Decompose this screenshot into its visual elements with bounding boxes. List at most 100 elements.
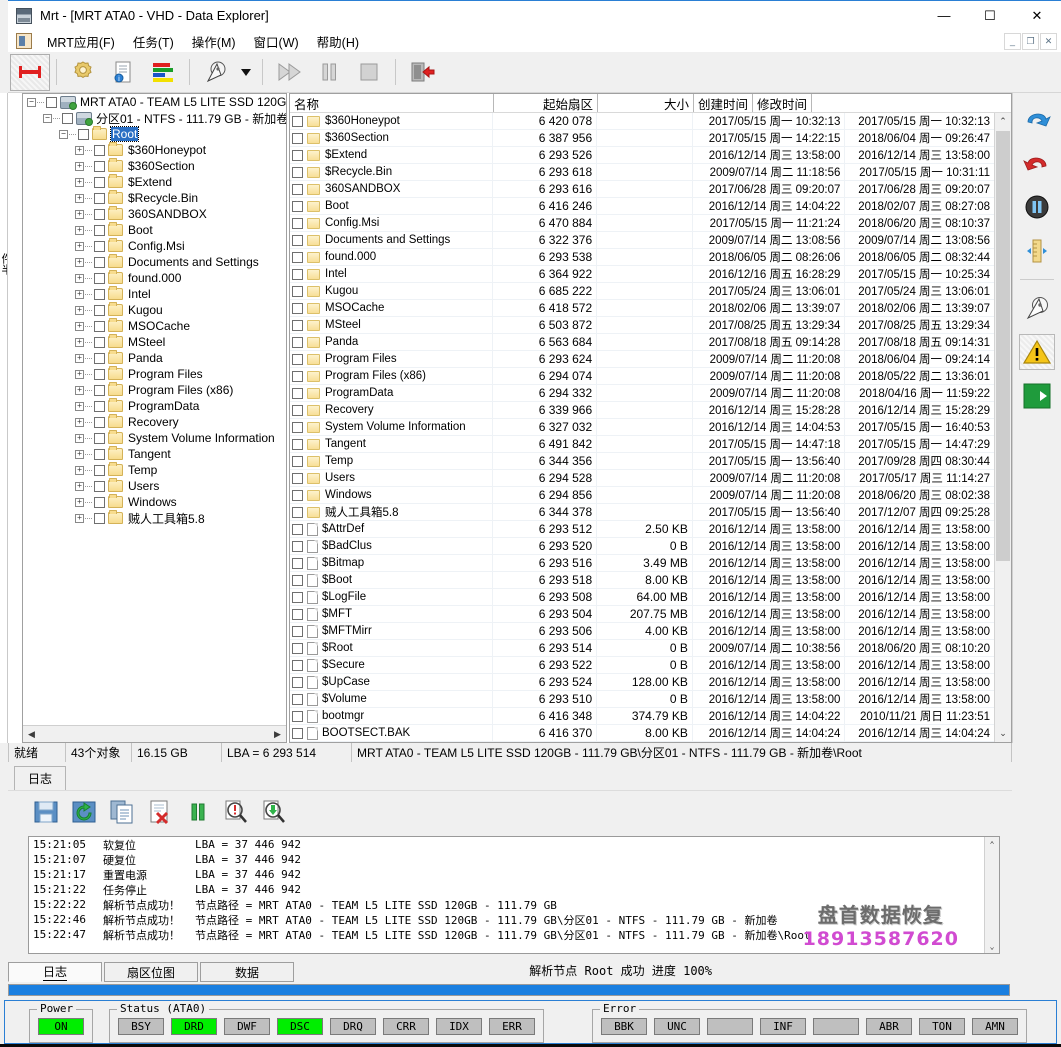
log-tab[interactable]: 日志 bbox=[14, 766, 66, 790]
row-checkbox[interactable] bbox=[292, 303, 303, 314]
find-error-icon[interactable] bbox=[222, 798, 250, 826]
tree-node[interactable]: +Windows bbox=[23, 494, 286, 510]
tree-node-checkbox[interactable] bbox=[94, 353, 105, 364]
tree-node[interactable]: +贼人工具箱5.8 bbox=[23, 510, 286, 526]
row-checkbox[interactable] bbox=[292, 439, 303, 450]
tree-node-checkbox[interactable] bbox=[94, 449, 105, 460]
table-row[interactable]: $Secure6 293 5220 B2016/12/14 周三 13:58:0… bbox=[290, 657, 994, 674]
tree-node[interactable]: +found.000 bbox=[23, 270, 286, 286]
disk-head-icon[interactable] bbox=[1019, 290, 1055, 326]
table-row[interactable]: Kugou6 685 2222017/05/24 周三 13:06:012017… bbox=[290, 283, 994, 300]
column-header-size[interactable]: 大小 bbox=[598, 94, 694, 112]
tree-scroll-right-icon[interactable]: ▶ bbox=[269, 726, 286, 742]
tree-node[interactable]: −MRT ATA0 - TEAM L5 LITE SSD 120GB - 11 bbox=[23, 94, 286, 110]
tree-node[interactable]: +Program Files (x86) bbox=[23, 382, 286, 398]
tree-node-checkbox[interactable] bbox=[94, 225, 105, 236]
table-row[interactable]: Panda6 563 6842017/08/18 周五 09:14:282017… bbox=[290, 334, 994, 351]
tree-node-checkbox[interactable] bbox=[94, 305, 105, 316]
bottom-tab-2[interactable]: 数据 bbox=[200, 962, 294, 982]
color-bars-icon[interactable] bbox=[143, 54, 183, 91]
row-checkbox[interactable] bbox=[292, 218, 303, 229]
tree-node-checkbox[interactable] bbox=[46, 97, 57, 108]
maximize-button[interactable]: ☐ bbox=[967, 1, 1013, 31]
green-arrow-right-icon[interactable] bbox=[1019, 378, 1055, 414]
tree-scroll-left-icon[interactable]: ◀ bbox=[23, 726, 40, 742]
pause-icon[interactable] bbox=[309, 54, 349, 91]
tree-node-checkbox[interactable] bbox=[94, 145, 105, 156]
expand-icon[interactable]: + bbox=[75, 514, 84, 523]
expand-icon[interactable]: + bbox=[75, 210, 84, 219]
row-checkbox[interactable] bbox=[292, 728, 303, 739]
tree-node[interactable]: +$360Honeypot bbox=[23, 142, 286, 158]
bottom-tab-1[interactable]: 扇区位图 bbox=[104, 962, 198, 982]
expand-icon[interactable]: + bbox=[75, 322, 84, 331]
row-checkbox[interactable] bbox=[292, 150, 303, 161]
list-scroll-up-icon[interactable]: ⌃ bbox=[995, 113, 1011, 130]
document-info-icon[interactable]: i bbox=[103, 54, 143, 91]
settings-gear-icon[interactable] bbox=[63, 54, 103, 91]
column-header-lba[interactable]: 起始扇区 bbox=[494, 94, 598, 112]
table-row[interactable]: $360Section6 387 9562017/05/15 周一 14:22:… bbox=[290, 130, 994, 147]
row-checkbox[interactable] bbox=[292, 490, 303, 501]
collapse-icon[interactable]: − bbox=[59, 130, 68, 139]
table-row[interactable]: MSteel6 503 8722017/08/25 周五 13:29:34201… bbox=[290, 317, 994, 334]
tree-node[interactable]: +Intel bbox=[23, 286, 286, 302]
row-checkbox[interactable] bbox=[292, 235, 303, 246]
list-scroll-down-icon[interactable]: ⌄ bbox=[995, 725, 1011, 742]
tree-node-checkbox[interactable] bbox=[94, 401, 105, 412]
bottom-tab-0[interactable]: 日志 bbox=[8, 962, 102, 982]
menu-item-help[interactable]: 帮助(H) bbox=[308, 30, 368, 53]
tree-node[interactable]: +360SANDBOX bbox=[23, 206, 286, 222]
column-header-modified[interactable]: 修改时间 bbox=[753, 94, 812, 112]
table-row[interactable]: $LogFile6 293 50864.00 MB2016/12/14 周三 1… bbox=[290, 589, 994, 606]
tree-node-checkbox[interactable] bbox=[94, 417, 105, 428]
row-checkbox[interactable] bbox=[292, 388, 303, 399]
column-header-name[interactable]: 名称 bbox=[290, 94, 494, 112]
table-row[interactable]: Program Files6 293 6242009/07/14 周二 11:2… bbox=[290, 351, 994, 368]
expand-icon[interactable]: + bbox=[75, 418, 84, 427]
expand-icon[interactable]: + bbox=[75, 354, 84, 363]
table-row[interactable]: Recovery6 339 9662016/12/14 周三 15:28:282… bbox=[290, 402, 994, 419]
tree-horizontal-scrollbar[interactable]: ◀ ▶ bbox=[23, 725, 286, 742]
tree-node-checkbox[interactable] bbox=[94, 337, 105, 348]
row-checkbox[interactable] bbox=[292, 694, 303, 705]
menu-item-operation[interactable]: 操作(M) bbox=[183, 30, 245, 53]
table-row[interactable]: $Extend6 293 5262016/12/14 周三 13:58:0020… bbox=[290, 147, 994, 164]
tree-node[interactable]: +Panda bbox=[23, 350, 286, 366]
tree-node[interactable]: +Program Files bbox=[23, 366, 286, 382]
row-checkbox[interactable] bbox=[292, 167, 303, 178]
find-next-icon[interactable] bbox=[260, 798, 288, 826]
row-checkbox[interactable] bbox=[292, 592, 303, 603]
table-row[interactable]: $Root6 293 5140 B2009/07/14 周二 10:38:562… bbox=[290, 640, 994, 657]
table-row[interactable]: Documents and Settings6 322 3762009/07/1… bbox=[290, 232, 994, 249]
tree-node-checkbox[interactable] bbox=[94, 241, 105, 252]
expand-icon[interactable]: + bbox=[75, 178, 84, 187]
expand-icon[interactable]: + bbox=[75, 402, 84, 411]
expand-icon[interactable]: + bbox=[75, 386, 84, 395]
tree-node-checkbox[interactable] bbox=[94, 257, 105, 268]
tree-node[interactable]: +Recovery bbox=[23, 414, 286, 430]
table-row[interactable]: MSOCache6 418 5722018/02/06 周二 13:39:072… bbox=[290, 300, 994, 317]
ruler-icon[interactable] bbox=[1019, 233, 1055, 269]
table-row[interactable]: $Recycle.Bin6 293 6182009/07/14 周二 11:18… bbox=[290, 164, 994, 181]
tree-node[interactable]: +Documents and Settings bbox=[23, 254, 286, 270]
column-header-created[interactable]: 创建时间 bbox=[694, 94, 753, 112]
undo-blue-icon[interactable] bbox=[1019, 101, 1055, 137]
expand-icon[interactable]: + bbox=[75, 226, 84, 235]
row-checkbox[interactable] bbox=[292, 354, 303, 365]
expand-icon[interactable]: + bbox=[75, 482, 84, 491]
expand-icon[interactable]: + bbox=[75, 242, 84, 251]
row-checkbox[interactable] bbox=[292, 558, 303, 569]
table-row[interactable]: Tangent6 491 8422017/05/15 周一 14:47:1820… bbox=[290, 436, 994, 453]
close-button[interactable]: ✕ bbox=[1013, 1, 1061, 31]
table-row[interactable]: $Bitmap6 293 5163.49 MB2016/12/14 周三 13:… bbox=[290, 555, 994, 572]
table-row[interactable]: BOOTSECT.BAK6 416 3708.00 KB2016/12/14 周… bbox=[290, 725, 994, 742]
table-row[interactable]: Temp6 344 3562017/05/15 周一 13:56:402017/… bbox=[290, 453, 994, 470]
row-checkbox[interactable] bbox=[292, 422, 303, 433]
mdi-close-button[interactable]: ✕ bbox=[1040, 33, 1057, 50]
table-row[interactable]: $Volume6 293 5100 B2016/12/14 周三 13:58:0… bbox=[290, 691, 994, 708]
tree-node-checkbox[interactable] bbox=[94, 289, 105, 300]
log-scroll-up-icon[interactable]: ⌃ bbox=[985, 837, 999, 851]
expand-icon[interactable]: + bbox=[75, 434, 84, 443]
table-row[interactable]: $BadClus6 293 5200 B2016/12/14 周三 13:58:… bbox=[290, 538, 994, 555]
